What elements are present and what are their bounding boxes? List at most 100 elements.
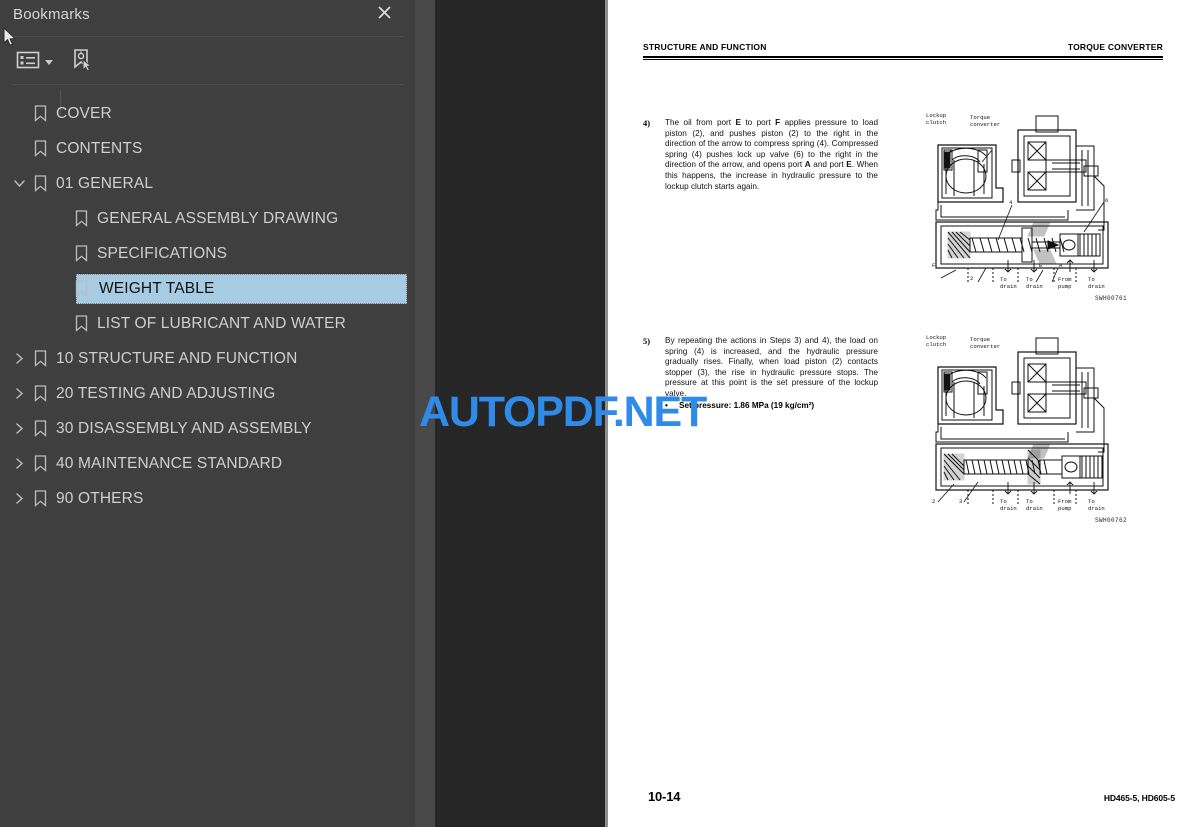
pdf-page: STRUCTURE AND FUNCTION TORQUE CONVERTER …: [608, 0, 1200, 827]
header-topic-title: TORQUE CONVERTER: [1067, 42, 1163, 52]
figure-1-label-lockup-clutch: Lockup clutch: [926, 112, 947, 126]
page-number: 10-14: [648, 789, 681, 804]
bookmark-item-specifications[interactable]: SPECIFICATIONS: [0, 236, 415, 271]
bookmark-icon: [71, 201, 91, 236]
bookmark-item-label: 30 DISASSEMBLY AND ASSEMBLY: [56, 419, 312, 437]
figure-2-label-3: 3: [959, 498, 963, 505]
close-icon-glyph: [377, 6, 391, 19]
bookmarks-panel-header: Bookmarks: [0, 0, 415, 36]
bookmark-item-20-testing-and-adjusting[interactable]: 20 TESTING AND ADJUSTING: [0, 376, 415, 411]
bookmark-item-01-general[interactable]: 01 GENERAL: [0, 166, 415, 201]
figure-1-label-4: 4: [1009, 199, 1013, 206]
header-section-title: STRUCTURE AND FUNCTION: [643, 42, 767, 52]
bookmark-icon: [71, 236, 91, 271]
figure-1-label-E: E: [1039, 262, 1043, 269]
chevron-down-icon[interactable]: [8, 166, 30, 201]
bookmark-icon: [30, 446, 50, 481]
chevron-right-icon[interactable]: [8, 411, 30, 446]
bookmark-item-label: GENERAL ASSEMBLY DRAWING: [97, 209, 339, 227]
chevron-right-icon[interactable]: [8, 481, 30, 516]
chevron-down-icon: [45, 59, 53, 65]
bookmark-item-10-structure-and-function[interactable]: 10 STRUCTURE AND FUNCTION: [0, 341, 415, 376]
bookmark-item-label: 90 OTHERS: [56, 489, 144, 507]
figure-1-flow-from-pump: From pump: [1058, 276, 1072, 290]
figure-1-flow-to-drain-2: To drain: [1026, 276, 1043, 290]
bookmark-item-general-assembly-drawing[interactable]: GENERAL ASSEMBLY DRAWING: [0, 201, 415, 236]
bookmark-icon: [30, 341, 50, 376]
header-divider: [12, 36, 403, 37]
bookmark-icon: [30, 376, 50, 411]
bookmark-item-label: COVER: [56, 104, 112, 122]
bookmark-item-40-maintenance-standard[interactable]: 40 MAINTENANCE STANDARD: [0, 446, 415, 481]
bookmarks-toolbar: [0, 40, 415, 114]
panel-title: Bookmarks: [13, 6, 90, 23]
bookmark-icon: [71, 271, 91, 306]
figure-1-flow-to-drain-3: To drain: [1088, 276, 1105, 290]
viewer-gutter: [415, 0, 435, 827]
figure-lockup-valve-step4: Lockup clutch Torque converter F 2 4 6 E…: [908, 110, 1133, 302]
figure-2-label-2: 2: [932, 498, 936, 505]
figure-2-flow-to-drain-3: To drain: [1088, 498, 1105, 512]
bookmark-icon: [30, 96, 50, 131]
bookmark-item-label: LIST OF LUBRICANT AND WATER: [97, 314, 346, 332]
bookmark-icon: [30, 411, 50, 446]
figure-2-drawing: [935, 337, 1109, 504]
bookmark-item-label: 10 STRUCTURE AND FUNCTION: [56, 349, 298, 367]
bookmarks-panel: Bookmarks COVER CONTENTS 01 GENERAL GENE…: [0, 0, 415, 827]
bookmark-item-90-others[interactable]: 90 OTHERS: [0, 481, 415, 516]
bookmark-item-contents[interactable]: CONTENTS: [0, 131, 415, 166]
figure-1-label-2: 2: [970, 275, 974, 282]
step-5-number: 5): [643, 336, 651, 346]
bookmark-icon: [30, 166, 50, 201]
toolbar-divider: [12, 84, 403, 85]
figure-2-flow-to-drain-2: To drain: [1026, 498, 1043, 512]
figure-1-label-torque-converter: Torque converter: [970, 114, 1001, 128]
chevron-right-icon[interactable]: [8, 376, 30, 411]
bookmark-icon: [71, 306, 91, 341]
bookmark-options-button[interactable]: [16, 48, 53, 76]
list-options-icon: [16, 50, 40, 75]
bookmark-item-label: SPECIFICATIONS: [97, 244, 228, 262]
figure-1-id: SWH00761: [1094, 295, 1127, 302]
new-bookmark-button[interactable]: [70, 48, 94, 76]
model-codes: HD465-5, HD605-5: [1103, 793, 1175, 803]
page-footer: 10-14 HD465-5, HD605-5: [643, 789, 1175, 805]
bookmark-tree[interactable]: COVER CONTENTS 01 GENERAL GENERAL ASSEMBLY …: [0, 96, 415, 516]
page-running-header: STRUCTURE AND FUNCTION TORQUE CONVERTER: [643, 42, 1163, 60]
close-icon[interactable]: [373, 4, 395, 26]
figure-lockup-valve-step5: Lockup clutch Torque converter 2 3 To dr…: [908, 332, 1133, 524]
bookmark-icon: [30, 481, 50, 516]
bookmark-item-weight-table[interactable]: WEIGHT TABLE: [0, 271, 415, 306]
figure-1-flow-to-drain-1: To drain: [1000, 276, 1017, 290]
figure-2-id: SWH00762: [1094, 517, 1127, 524]
step-4: 4) The oil from port E to port F applies…: [643, 118, 878, 192]
header-rule-thin: [643, 59, 1163, 60]
bookmark-icon: [30, 131, 50, 166]
bullet-dot: •: [665, 400, 668, 410]
bookmark-item-label: 40 MAINTENANCE STANDARD: [56, 454, 283, 472]
figure-1-drawing: [935, 115, 1109, 283]
bookmark-item-list-of-lubricant-and-water[interactable]: LIST OF LUBRICANT AND WATER: [0, 306, 415, 341]
step-5-bullet-text: Set pressure: 1.86 MPa (19 kg/cm²): [679, 400, 815, 410]
chevron-right-icon[interactable]: [8, 341, 30, 376]
step-5: 5) By repeating the actions in Steps 3) …: [643, 336, 878, 411]
header-rule: [643, 56, 1163, 58]
new-bookmark-icon: [70, 48, 94, 77]
figure-2-flow-from-pump: From pump: [1058, 498, 1072, 512]
figure-2-flow-to-drain-1: To drain: [1000, 498, 1017, 512]
figure-1-label-F: F: [932, 262, 936, 269]
chevron-right-icon[interactable]: [8, 446, 30, 481]
bookmark-item-30-disassembly-and-assembly[interactable]: 30 DISASSEMBLY AND ASSEMBLY: [0, 411, 415, 446]
step-5-text: By repeating the actions in Steps 3) and…: [665, 336, 878, 398]
step-4-number: 4): [643, 118, 651, 128]
bookmark-item-label: WEIGHT TABLE: [99, 279, 215, 297]
bookmark-item-label: 20 TESTING AND ADJUSTING: [56, 384, 276, 402]
bookmark-item-cover[interactable]: COVER: [0, 96, 415, 131]
step-5-bullet: • Set pressure: 1.86 MPa (19 kg/cm²): [665, 400, 878, 411]
step-4-text: The oil from port E to port F applies pr…: [665, 118, 878, 191]
